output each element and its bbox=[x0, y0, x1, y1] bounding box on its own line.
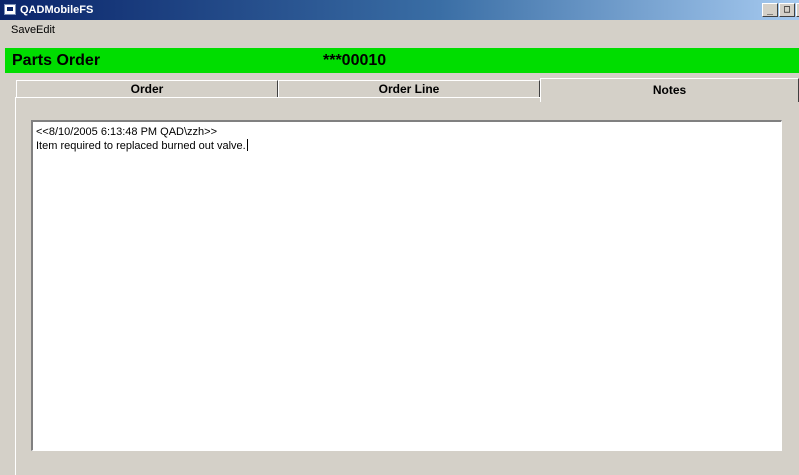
menu-save[interactable]: Save bbox=[10, 23, 37, 37]
note-header-line: <<8/10/2005 6:13:48 PM QAD\zzh>> bbox=[36, 126, 218, 138]
menu-edit[interactable]: Edit bbox=[35, 23, 56, 37]
note-text-line: Item required to replaced burned out val… bbox=[36, 139, 778, 153]
maximize-button[interactable]: □ bbox=[779, 3, 795, 17]
menu-bar: Save Edit bbox=[0, 20, 799, 40]
form-header: Parts Order ***00010 bbox=[5, 48, 799, 73]
notes-textarea[interactable]: <<8/10/2005 6:13:48 PM QAD\zzh>> Item re… bbox=[31, 120, 782, 451]
tab-notes[interactable]: Notes bbox=[540, 78, 799, 102]
text-cursor bbox=[246, 139, 248, 151]
tab-order-line[interactable]: Order Line bbox=[278, 80, 540, 98]
order-number: ***00010 bbox=[323, 52, 387, 69]
minimize-button[interactable]: _ bbox=[762, 3, 778, 17]
title-bar: QADMobileFS _ □ × bbox=[0, 0, 799, 20]
form-title: Parts Order bbox=[12, 52, 101, 69]
app-icon bbox=[4, 4, 16, 15]
tab-order[interactable]: Order bbox=[16, 80, 278, 98]
note-text: Item required to replaced burned out val… bbox=[36, 140, 246, 152]
window-title: QADMobileFS bbox=[20, 4, 94, 16]
